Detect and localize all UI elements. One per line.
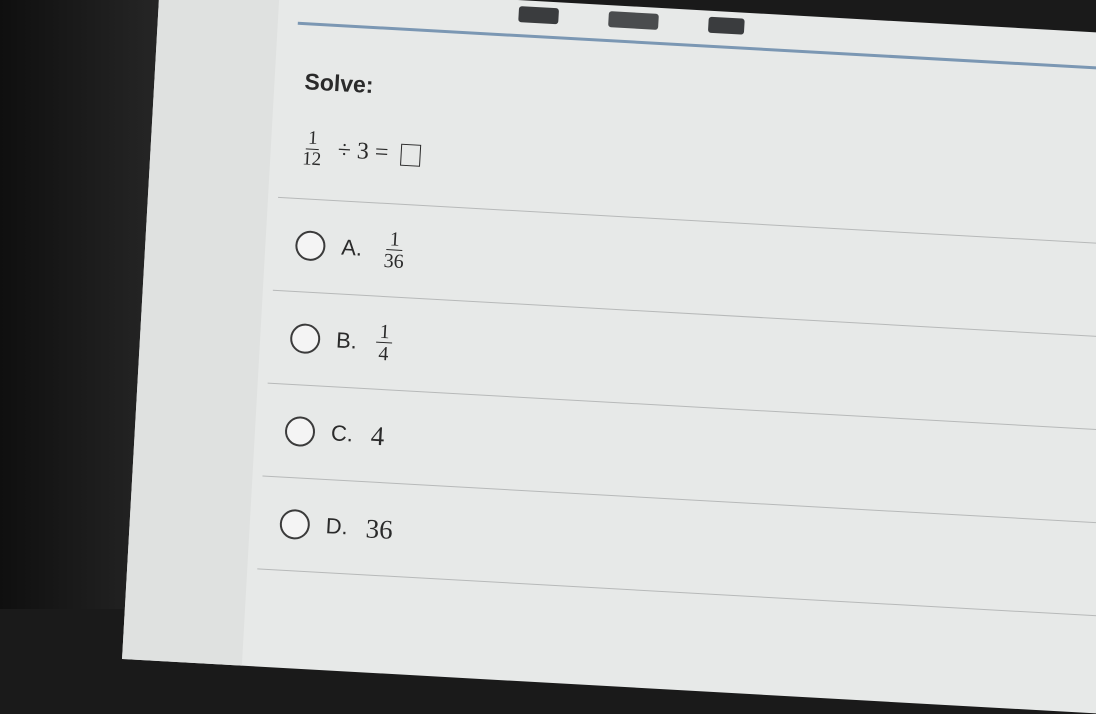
option-denominator: 36: [383, 249, 405, 273]
equation: 1 12 ÷ 3 =: [300, 128, 422, 176]
option-letter: C.: [330, 420, 354, 447]
radio-button-b[interactable]: [289, 322, 322, 355]
radio-button-c[interactable]: [284, 415, 316, 448]
option-numerator: 1: [376, 320, 394, 344]
answer-box: [399, 143, 421, 167]
answer-options: A. 1 36 B. 1 4 C. 4 D. 36: [257, 196, 1096, 617]
question-panel: Solve: 1 12 ÷ 3 = A. 1 36 B. 1 4 C. 4 D.…: [257, 38, 1096, 683]
radio-button-d[interactable]: [279, 508, 311, 541]
division-operator: ÷: [337, 137, 352, 164]
equals-sign: =: [374, 139, 390, 167]
option-fraction: 1 36: [380, 228, 408, 273]
option-value: 36: [364, 512, 394, 545]
screen: Solve: 1 12 ÷ 3 = A. 1 36 B. 1 4 C. 4 D.…: [122, 0, 1096, 714]
option-letter: A.: [340, 234, 363, 261]
option-numerator: 1: [386, 228, 404, 251]
toolbar-pencil-icon[interactable]: [608, 11, 659, 30]
question-prompt: Solve:: [303, 68, 375, 99]
option-fraction: 1 4: [375, 320, 394, 365]
toolbar-chevron-icon[interactable]: [707, 16, 745, 35]
option-letter: D.: [325, 513, 349, 540]
option-letter: B.: [335, 327, 358, 354]
option-denominator: 4: [377, 342, 390, 365]
radio-button-a[interactable]: [294, 229, 327, 262]
equation-fraction: 1 12: [300, 128, 325, 171]
divisor: 3: [356, 138, 370, 165]
toolbar-tool-icon[interactable]: [518, 6, 560, 25]
fraction-numerator: 1: [305, 128, 321, 151]
option-value: 4: [370, 420, 386, 451]
fraction-denominator: 12: [301, 148, 322, 171]
